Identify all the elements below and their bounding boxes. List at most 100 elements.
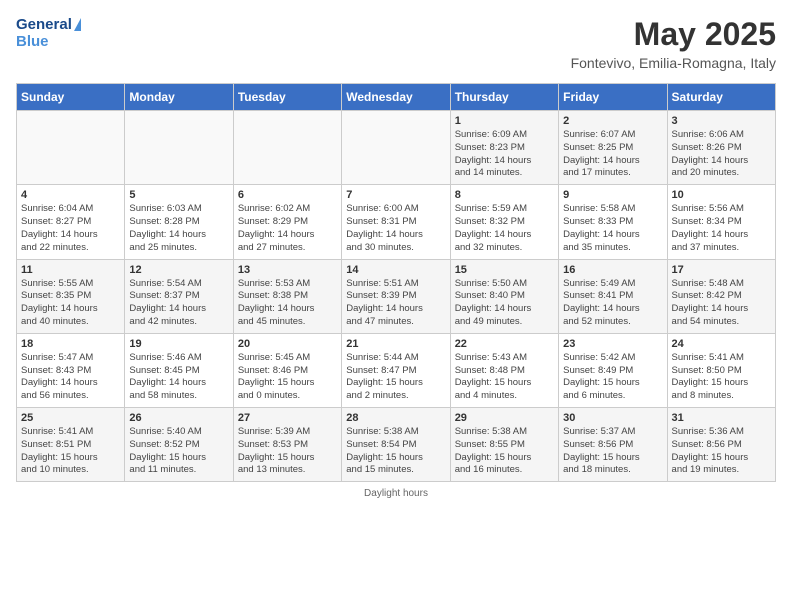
day-number: 28 [346,412,445,424]
day-number: 30 [563,412,662,424]
calendar-cell: 19 Sunrise: 5:46 AM Sunset: 8:45 PM Dayli… [125,333,233,407]
day-number: 17 [672,264,771,276]
day-number: 16 [563,264,662,276]
day-info: Sunrise: 5:47 AM Sunset: 8:43 PM Dayligh… [21,352,120,403]
day-number: 31 [672,412,771,424]
day-number: 25 [21,412,120,424]
day-number: 10 [672,189,771,201]
calendar-cell: 4Sunrise: 6:04 AM Sunset: 8:27 PM Daylig… [17,185,125,259]
day-number: 13 [238,264,337,276]
day-info: Sunrise: 5:48 AM Sunset: 8:42 PM Dayligh… [672,278,771,329]
day-info: Sunrise: 5:41 AM Sunset: 8:51 PM Dayligh… [21,426,120,477]
day-info: Sunrise: 5:53 AM Sunset: 8:38 PM Dayligh… [238,278,337,329]
calendar-cell: 7 Sunrise: 6:00 AM Sunset: 8:31 PM Daylig… [342,185,450,259]
day-number: 14 [346,264,445,276]
day-info: Sunrise: 5:36 AM Sunset: 8:56 PM Dayligh… [672,426,771,477]
day-info: Sunrise: 6:09 AM Sunset: 8:23 PM Dayligh… [455,129,554,180]
day-info: Sunrise: 6:07 AM Sunset: 8:25 PM Dayligh… [563,129,662,180]
calendar-cell: 2 Sunrise: 6:07 AM Sunset: 8:25 PM Daylig… [559,111,667,185]
day-info: Sunrise: 5:49 AM Sunset: 8:41 PM Dayligh… [563,278,662,329]
footer-text: Daylight hours [364,488,428,499]
day-info: Sunrise: 5:54 AM Sunset: 8:37 PM Dayligh… [129,278,228,329]
day-info: Sunrise: 5:55 AM Sunset: 8:35 PM Dayligh… [21,278,120,329]
day-info: Sunrise: 5:50 AM Sunset: 8:40 PM Dayligh… [455,278,554,329]
day-number: 26 [129,412,228,424]
day-number: 9 [563,189,662,201]
day-info: Sunrise: 6:06 AM Sunset: 8:26 PM Dayligh… [672,129,771,180]
day-number: 6 [238,189,337,201]
day-info: Sunrise: 6:03 AM Sunset: 8:28 PM Dayligh… [129,203,228,254]
header-day: Wednesday [342,84,450,111]
day-number: 11 [21,264,120,276]
day-info: Sunrise: 6:00 AM Sunset: 8:31 PM Dayligh… [346,203,445,254]
calendar-cell: 18 Sunrise: 5:47 AM Sunset: 8:43 PM Dayli… [17,333,125,407]
day-number: 3 [672,115,771,127]
day-info: Sunrise: 6:02 AM Sunset: 8:29 PM Dayligh… [238,203,337,254]
calendar-cell: 17 Sunrise: 5:48 AM Sunset: 8:42 PM Dayli… [667,259,775,333]
day-info: Sunrise: 5:41 AM Sunset: 8:50 PM Dayligh… [672,352,771,403]
calendar-cell: 13 Sunrise: 5:53 AM Sunset: 8:38 PM Dayli… [233,259,341,333]
title-block: May 2025 Fontevivo, Emilia-Romagna, Ital… [571,16,776,71]
calendar-cell: 24Sunrise: 5:41 AM Sunset: 8:50 PM Dayli… [667,333,775,407]
calendar-body: 1 Sunrise: 6:09 AM Sunset: 8:23 PM Daylig… [17,111,776,482]
header-day: Friday [559,84,667,111]
day-number: 29 [455,412,554,424]
day-info: Sunrise: 5:51 AM Sunset: 8:39 PM Dayligh… [346,278,445,329]
day-info: Sunrise: 5:58 AM Sunset: 8:33 PM Dayligh… [563,203,662,254]
day-number: 20 [238,338,337,350]
calendar-cell: 11 Sunrise: 5:55 AM Sunset: 8:35 PM Dayli… [17,259,125,333]
subtitle: Fontevivo, Emilia-Romagna, Italy [571,55,776,71]
day-number: 27 [238,412,337,424]
calendar-table: SundayMondayTuesdayWednesdayThursdayFrid… [16,83,776,482]
calendar-cell: 10Sunrise: 5:56 AM Sunset: 8:34 PM Dayli… [667,185,775,259]
calendar-cell: 1 Sunrise: 6:09 AM Sunset: 8:23 PM Daylig… [450,111,558,185]
header-day: Tuesday [233,84,341,111]
calendar-cell: 16 Sunrise: 5:49 AM Sunset: 8:41 PM Dayli… [559,259,667,333]
day-info: Sunrise: 5:45 AM Sunset: 8:46 PM Dayligh… [238,352,337,403]
calendar-header: SundayMondayTuesdayWednesdayThursdayFrid… [17,84,776,111]
header-day: Thursday [450,84,558,111]
calendar-cell: 31 Sunrise: 5:36 AM Sunset: 8:56 PM Dayli… [667,408,775,482]
calendar-cell: 9 Sunrise: 5:58 AM Sunset: 8:33 PM Daylig… [559,185,667,259]
calendar-cell: 15Sunrise: 5:50 AM Sunset: 8:40 PM Dayli… [450,259,558,333]
day-info: Sunrise: 5:38 AM Sunset: 8:54 PM Dayligh… [346,426,445,477]
day-info: Sunrise: 5:59 AM Sunset: 8:32 PM Dayligh… [455,203,554,254]
calendar-week-row: 4Sunrise: 6:04 AM Sunset: 8:27 PM Daylig… [17,185,776,259]
header-row: SundayMondayTuesdayWednesdayThursdayFrid… [17,84,776,111]
day-number: 1 [455,115,554,127]
day-number: 7 [346,189,445,201]
day-number: 5 [129,189,228,201]
calendar-cell: 6 Sunrise: 6:02 AM Sunset: 8:29 PM Daylig… [233,185,341,259]
day-number: 18 [21,338,120,350]
header-day: Saturday [667,84,775,111]
day-info: Sunrise: 5:44 AM Sunset: 8:47 PM Dayligh… [346,352,445,403]
logo: General Blue [16,16,81,51]
calendar-cell: 25 Sunrise: 5:41 AM Sunset: 8:51 PM Dayli… [17,408,125,482]
calendar-cell: 12 Sunrise: 5:54 AM Sunset: 8:37 PM Dayli… [125,259,233,333]
day-number: 19 [129,338,228,350]
day-info: Sunrise: 5:42 AM Sunset: 8:49 PM Dayligh… [563,352,662,403]
calendar-cell: 5 Sunrise: 6:03 AM Sunset: 8:28 PM Daylig… [125,185,233,259]
day-number: 23 [563,338,662,350]
day-number: 21 [346,338,445,350]
day-info: Sunrise: 5:39 AM Sunset: 8:53 PM Dayligh… [238,426,337,477]
logo-triangle-icon [74,18,81,31]
calendar-cell: 30 Sunrise: 5:37 AM Sunset: 8:56 PM Dayli… [559,408,667,482]
day-info: Sunrise: 5:46 AM Sunset: 8:45 PM Dayligh… [129,352,228,403]
calendar-week-row: 11 Sunrise: 5:55 AM Sunset: 8:35 PM Dayli… [17,259,776,333]
header-day: Monday [125,84,233,111]
day-number: 22 [455,338,554,350]
calendar-cell: 21 Sunrise: 5:44 AM Sunset: 8:47 PM Dayli… [342,333,450,407]
day-info: Sunrise: 5:37 AM Sunset: 8:56 PM Dayligh… [563,426,662,477]
header-day: Sunday [17,84,125,111]
calendar-cell [125,111,233,185]
main-title: May 2025 [571,16,776,53]
day-info: Sunrise: 6:04 AM Sunset: 8:27 PM Dayligh… [21,203,120,254]
calendar-week-row: 25 Sunrise: 5:41 AM Sunset: 8:51 PM Dayli… [17,408,776,482]
day-number: 2 [563,115,662,127]
calendar-cell: 20 Sunrise: 5:45 AM Sunset: 8:46 PM Dayli… [233,333,341,407]
day-info: Sunrise: 5:40 AM Sunset: 8:52 PM Dayligh… [129,426,228,477]
day-number: 12 [129,264,228,276]
calendar-cell [233,111,341,185]
calendar-cell: 22Sunrise: 5:43 AM Sunset: 8:48 PM Dayli… [450,333,558,407]
